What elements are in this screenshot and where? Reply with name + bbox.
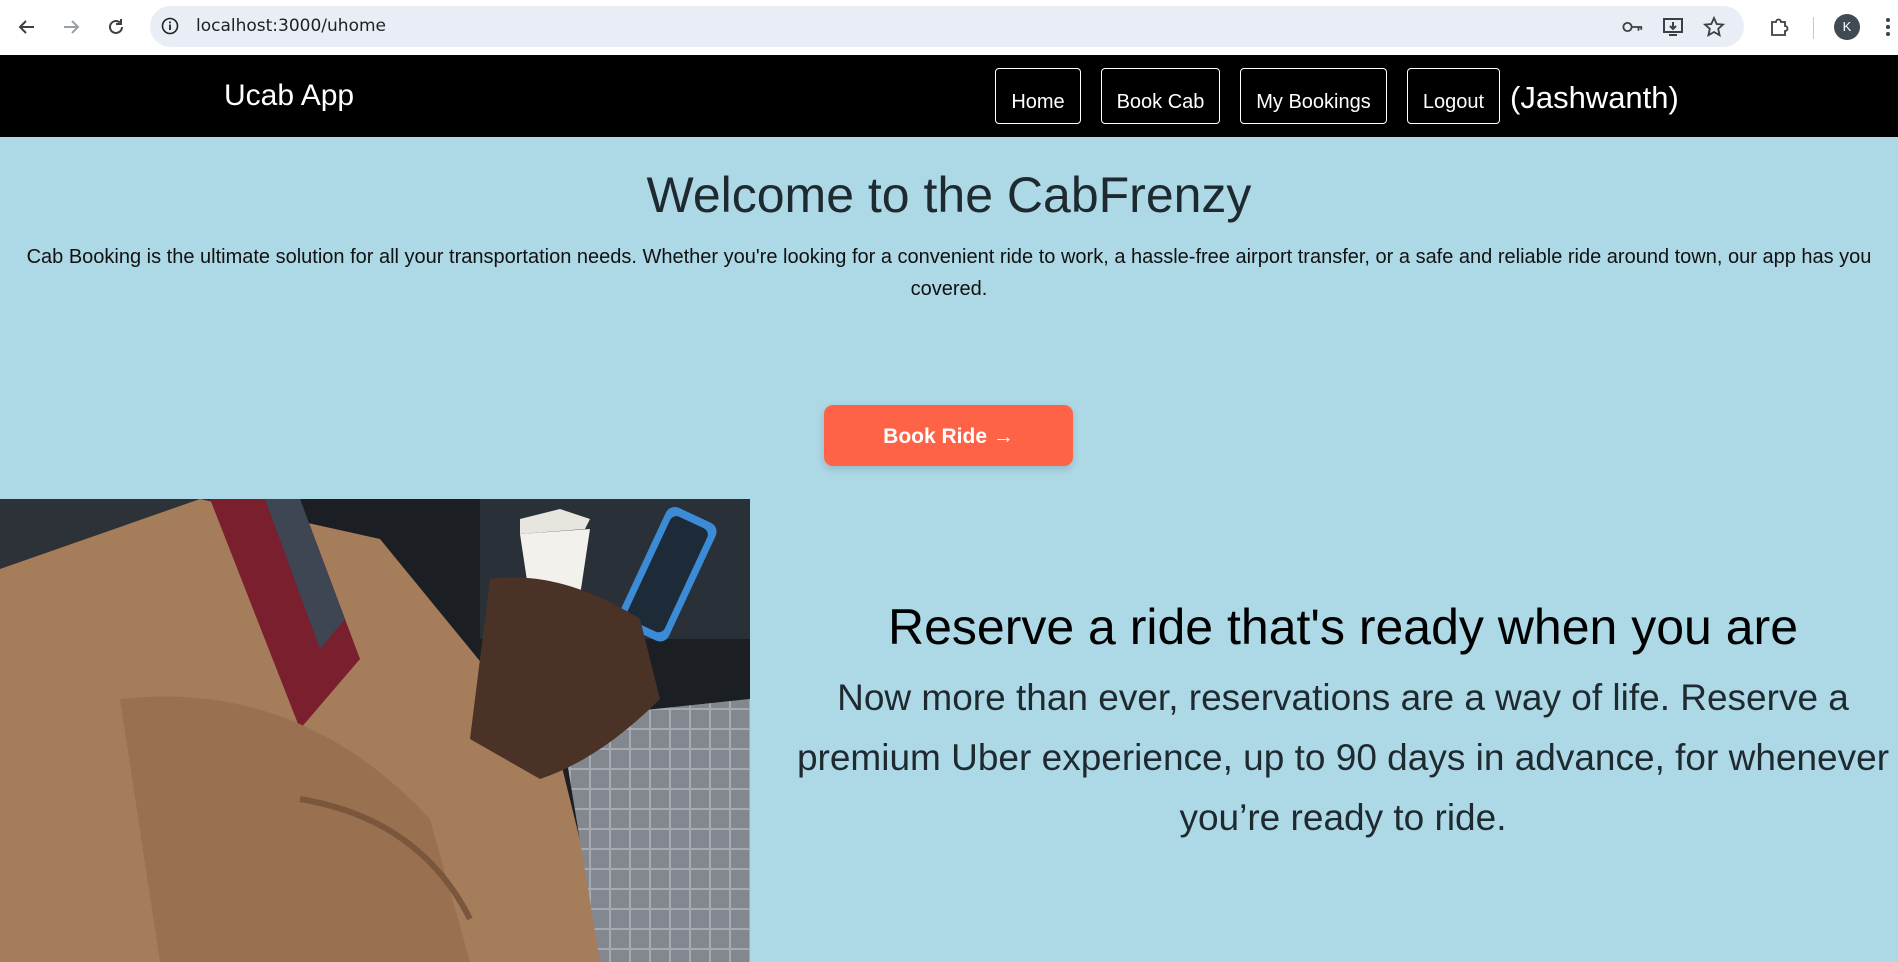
back-button[interactable] <box>12 12 42 42</box>
nav-book-cab-button[interactable]: Book Cab <box>1101 68 1220 124</box>
user-name-label: (Jashwanth) <box>1510 80 1679 115</box>
nav-logout-button[interactable]: Logout <box>1407 68 1500 124</box>
nav-my-bookings-button[interactable]: My Bookings <box>1240 68 1387 124</box>
profile-avatar[interactable]: K <box>1834 14 1860 40</box>
passenger-phone-photo <box>0 499 750 962</box>
bookmark-star-icon[interactable] <box>1703 16 1725 38</box>
kebab-menu-icon <box>1886 18 1890 36</box>
hero-title: Welcome to the CabFrenzy <box>646 167 1252 223</box>
puzzle-icon <box>1771 18 1789 36</box>
key-icon[interactable] <box>1622 16 1644 38</box>
reload-icon <box>109 19 123 34</box>
reserve-title: Reserve a ride that's ready when you are <box>887 599 1799 655</box>
app-navbar: Ucab App Home Book Cab My Bookings Logou… <box>0 55 1898 137</box>
url-text[interactable]: localhost:3000/uhome <box>196 6 386 47</box>
forward-button[interactable] <box>56 12 86 42</box>
hero-description: Cab Booking is the ultimate solution for… <box>26 246 1872 300</box>
reserve-description: Now more than ever, reservations are a w… <box>796 677 1890 838</box>
reload-button[interactable] <box>101 12 131 42</box>
install-app-icon[interactable] <box>1662 16 1684 38</box>
site-info-icon[interactable] <box>160 16 180 36</box>
toolbar-divider <box>1813 17 1814 39</box>
brand-logo[interactable]: Ucab App <box>224 55 354 137</box>
browser-toolbar: localhost:3000/uhome K <box>0 0 1898 55</box>
book-ride-button[interactable]: Book Ride → <box>824 405 1073 466</box>
browser-menu-button[interactable] <box>1878 12 1898 42</box>
nav-home-button[interactable]: Home <box>995 68 1081 124</box>
address-bar[interactable]: localhost:3000/uhome <box>150 6 1744 47</box>
arrow-right-icon <box>64 20 80 34</box>
arrow-left-icon <box>18 20 34 34</box>
extensions-button[interactable] <box>1764 12 1794 42</box>
